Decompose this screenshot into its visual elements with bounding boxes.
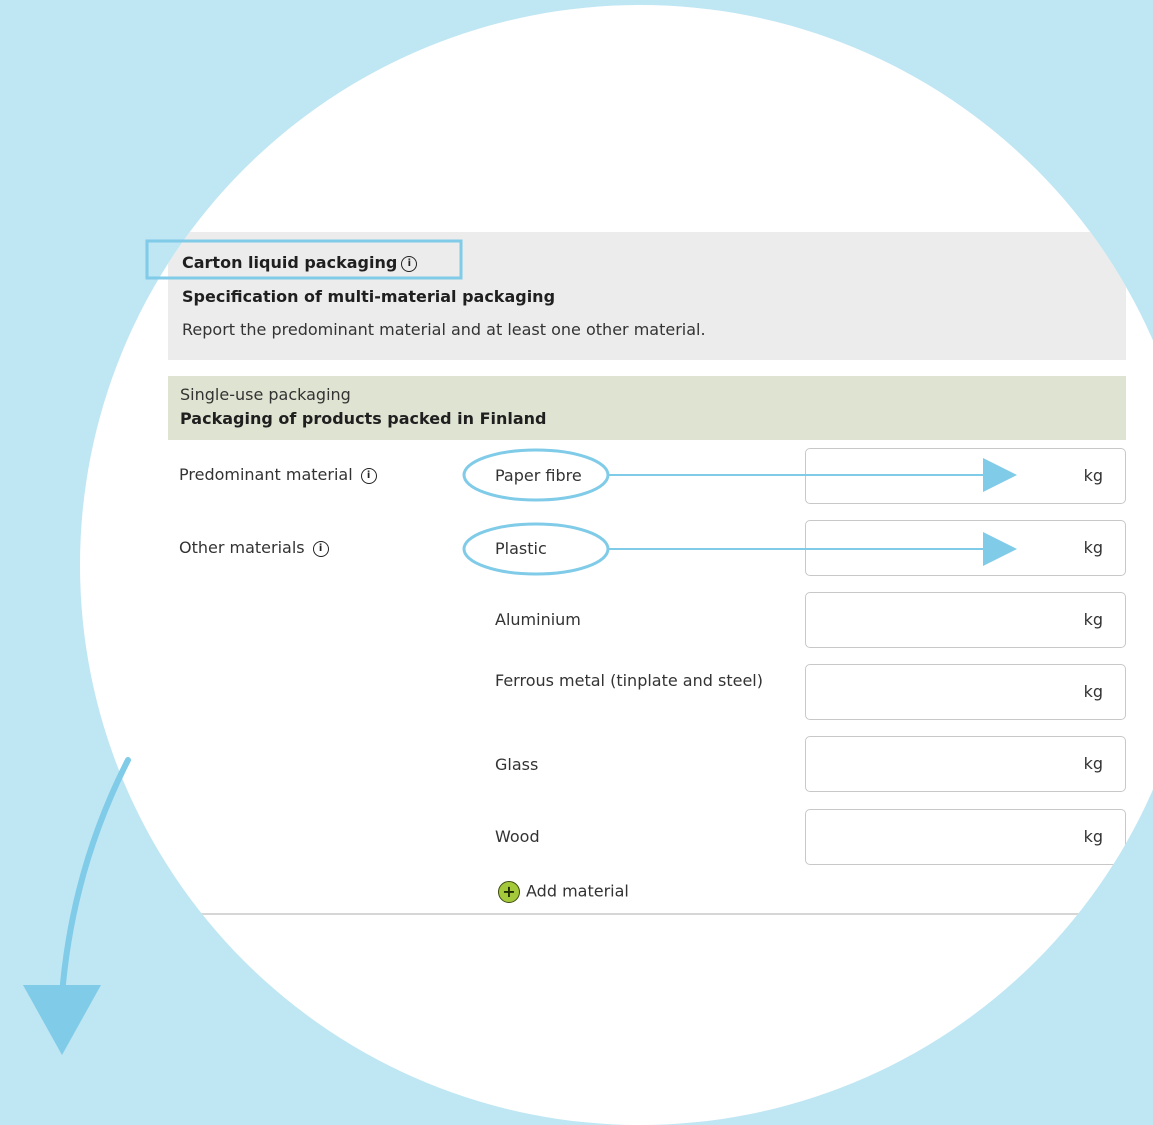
highlight-box: [145, 239, 463, 280]
down-arrow-icon: [23, 985, 101, 1055]
highlight-ellipse: [462, 448, 610, 502]
curved-arrow-line: [59, 757, 131, 998]
arrow-head-icon: [983, 458, 1017, 492]
arrow-head-icon: [983, 532, 1017, 566]
highlight-ellipse: [462, 522, 610, 576]
annotation-overlay: [23, 239, 1017, 1055]
